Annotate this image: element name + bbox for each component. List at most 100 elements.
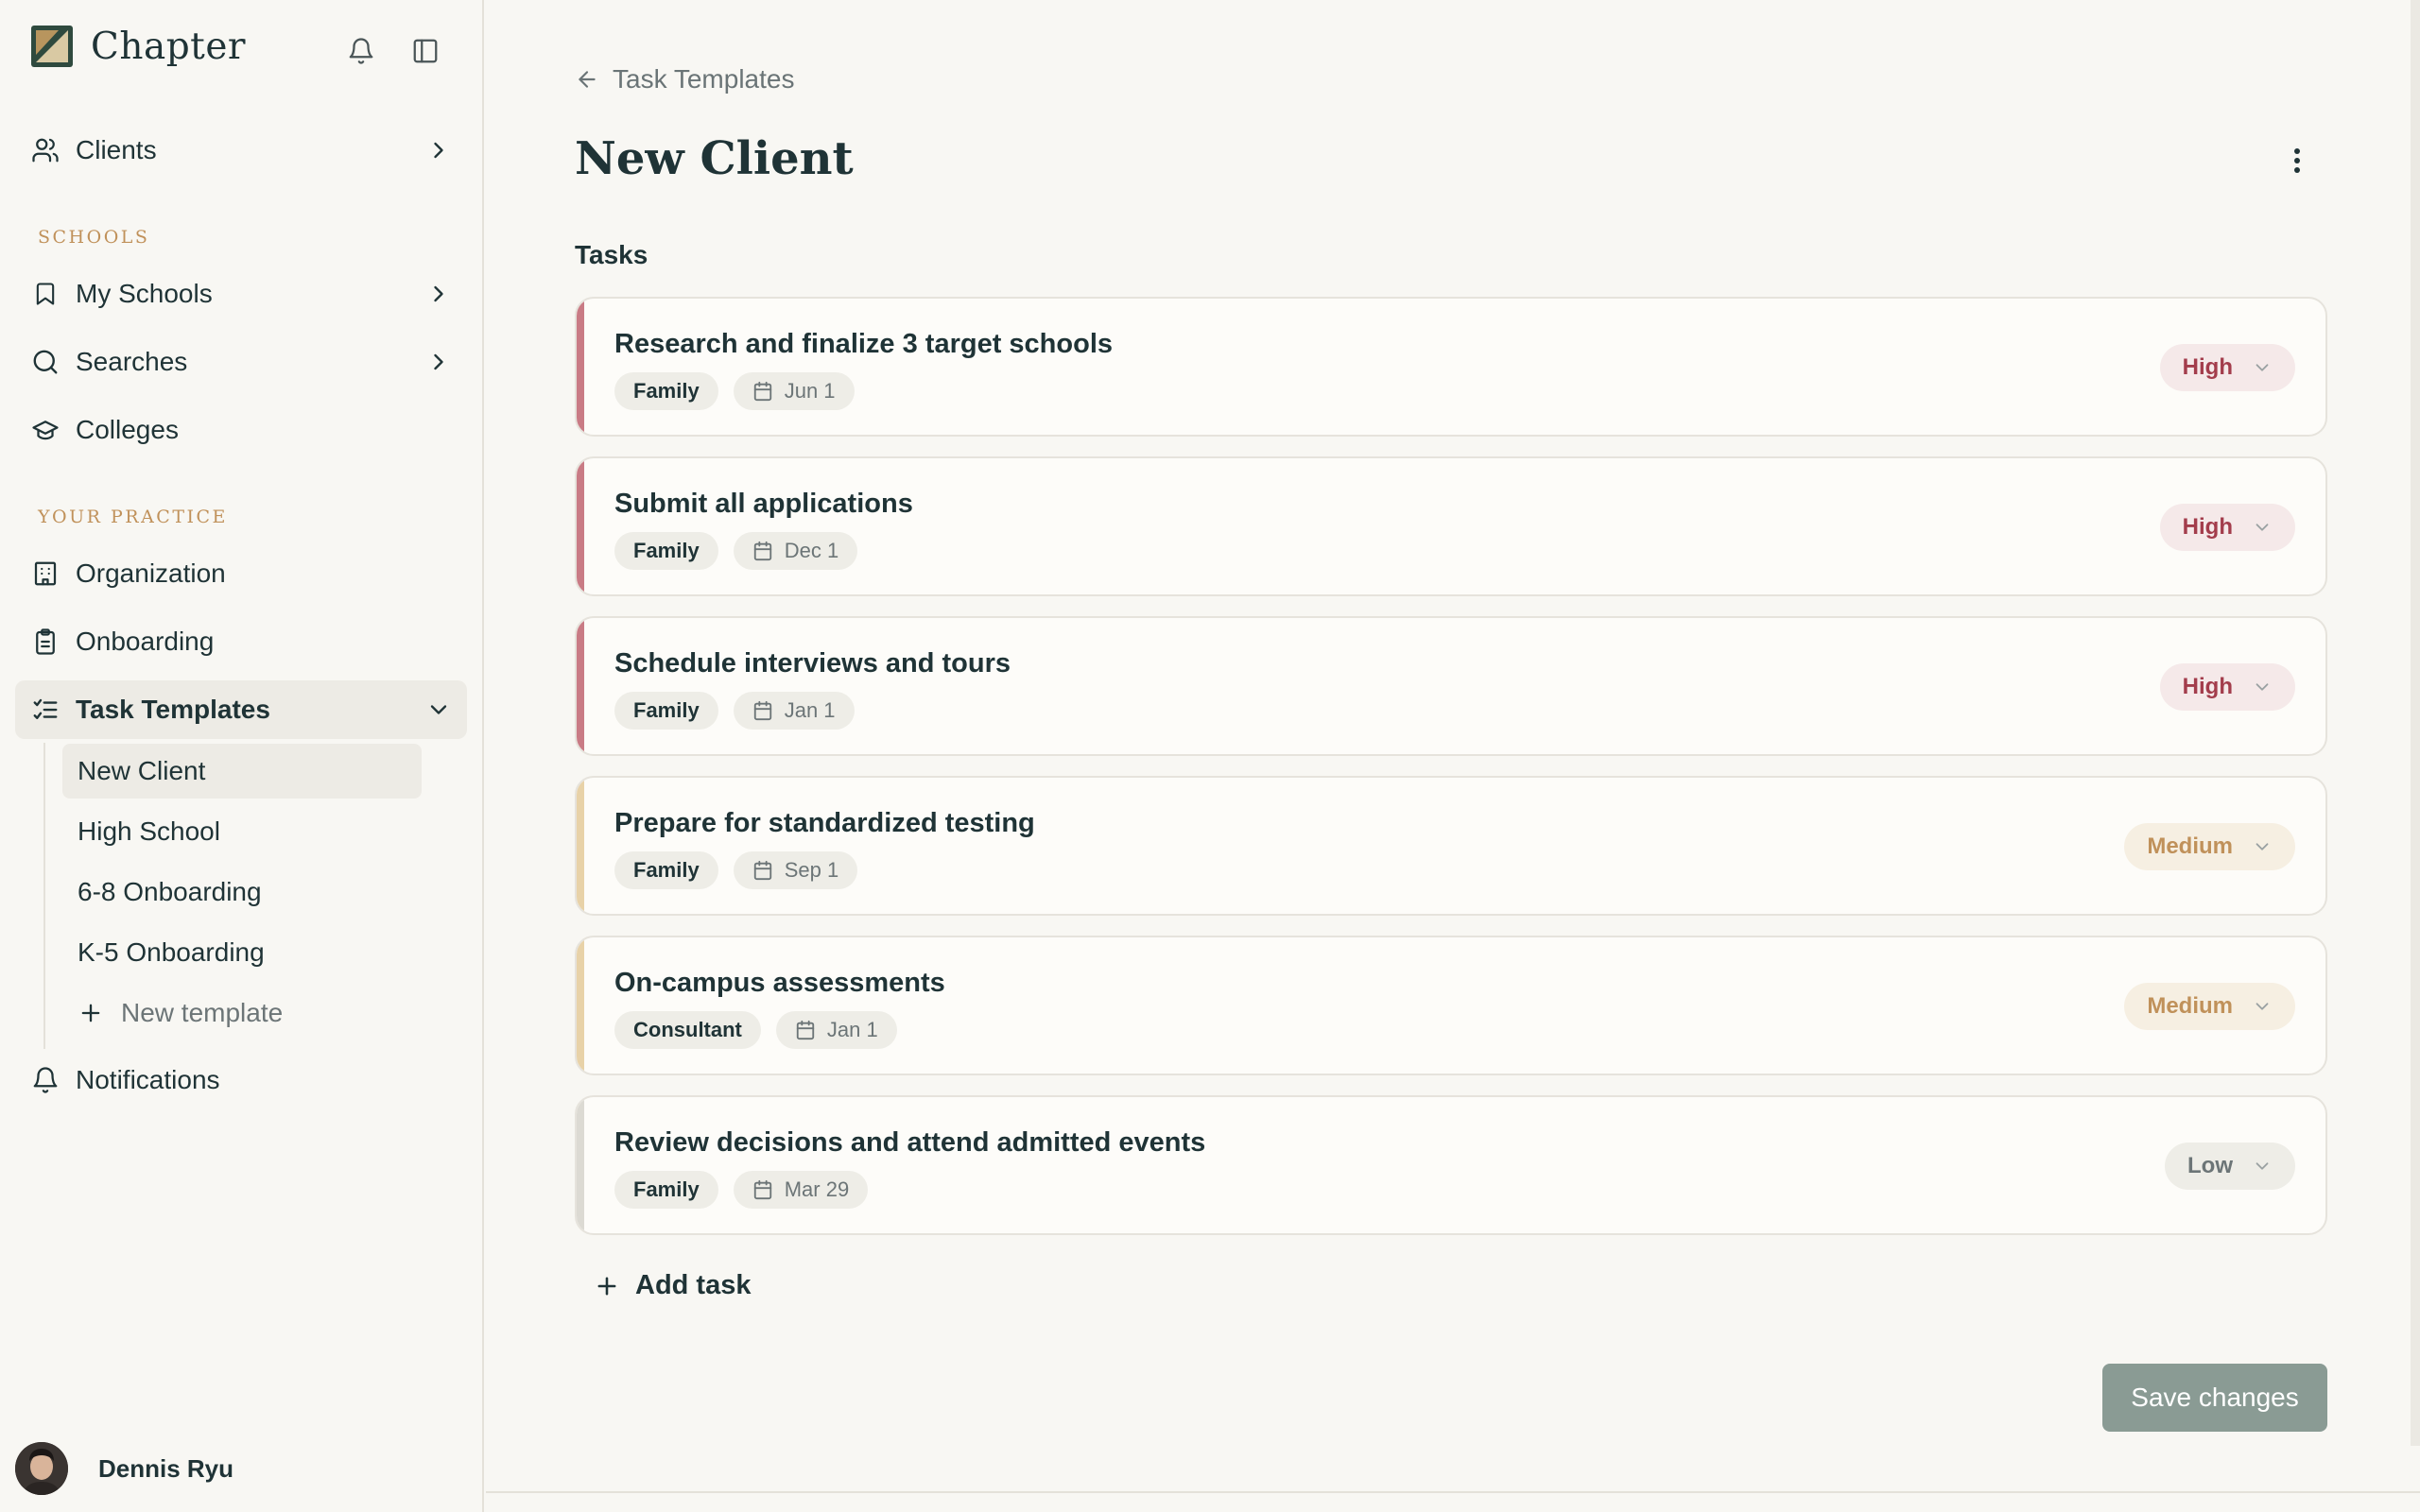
notifications-bell-button[interactable]	[344, 34, 378, 68]
priority-dropdown[interactable]: Low	[2165, 1143, 2295, 1190]
template-item-6-8-onboarding[interactable]: 6-8 Onboarding	[62, 865, 422, 919]
brand-name: Chapter	[91, 25, 247, 68]
sidebar-item-organization[interactable]: Organization	[15, 544, 467, 603]
due-date-chip[interactable]: Sep 1	[733, 851, 858, 889]
add-task-button[interactable]: Add task	[594, 1270, 751, 1301]
more-vertical-icon	[2294, 148, 2300, 173]
sidebar-item-notifications[interactable]: Notifications	[15, 1051, 467, 1109]
scrollbar[interactable]	[2411, 0, 2420, 1446]
toggle-sidebar-button[interactable]	[408, 34, 442, 68]
priority-dropdown[interactable]: High	[2159, 663, 2295, 711]
sidebar-item-label: Colleges	[76, 415, 179, 444]
due-date-label: Jun 1	[784, 379, 836, 403]
priority-label: High	[2182, 514, 2233, 540]
page-title: New Client	[575, 132, 854, 185]
bell-icon	[349, 38, 373, 64]
priority-label: Low	[2187, 1153, 2233, 1178]
task-card[interactable]: Review decisions and attend admitted eve…	[575, 1095, 2327, 1235]
sidebar-item-clients[interactable]: Clients	[15, 121, 467, 180]
task-card[interactable]: Submit all applications Family Dec 1 High	[575, 456, 2327, 596]
assignee-chip[interactable]: Family	[614, 851, 718, 889]
new-template-button[interactable]: New template	[62, 986, 422, 1040]
subnav-divider	[43, 743, 45, 1049]
bell-icon	[30, 1065, 60, 1095]
chevron-down-icon	[2256, 843, 2269, 850]
assignee-chip[interactable]: Consultant	[614, 1011, 761, 1049]
task-title[interactable]: Review decisions and attend admitted eve…	[614, 1127, 1205, 1159]
chapter-logo-icon	[31, 26, 73, 67]
due-date-chip[interactable]: Jun 1	[733, 372, 855, 410]
task-title[interactable]: Prepare for standardized testing	[614, 808, 1035, 839]
priority-dropdown[interactable]: High	[2159, 504, 2295, 551]
sidebar-item-task-templates[interactable]: Task Templates	[15, 680, 467, 739]
calendar-icon	[753, 860, 771, 881]
more-options-button[interactable]	[2280, 140, 2314, 181]
priority-accent-bar	[577, 778, 584, 914]
due-date-label: Jan 1	[784, 698, 836, 722]
user-profile[interactable]: Dennis Ryu	[15, 1442, 233, 1495]
bottom-divider	[486, 1491, 2420, 1493]
template-item-new-client[interactable]: New Client	[62, 744, 422, 799]
tasks-section-title: Tasks	[575, 240, 648, 269]
arrow-left-icon	[579, 71, 596, 88]
chevron-down-icon	[2256, 364, 2269, 371]
task-card[interactable]: Schedule interviews and tours Family Jan 1…	[575, 616, 2327, 756]
chevron-right-icon	[434, 142, 443, 159]
priority-accent-bar	[577, 1097, 584, 1233]
chevron-down-icon	[430, 705, 447, 714]
due-date-chip[interactable]: Jan 1	[775, 1011, 897, 1049]
section-label-your-practice: YOUR PRACTICE	[38, 507, 228, 527]
priority-dropdown[interactable]: Medium	[2124, 823, 2295, 870]
task-title[interactable]: Submit all applications	[614, 489, 913, 520]
user-name: Dennis Ryu	[98, 1453, 234, 1483]
save-changes-button[interactable]: Save changes	[2102, 1364, 2327, 1432]
priority-label: Medium	[2147, 833, 2233, 859]
task-card[interactable]: On-campus assessments Consultant Jan 1 Medi…	[575, 936, 2327, 1075]
brand[interactable]: Chapter	[30, 25, 246, 68]
task-title[interactable]: Schedule interviews and tours	[614, 648, 1011, 679]
task-meta: Family Mar 29	[614, 1171, 869, 1209]
chevron-down-icon	[2256, 1162, 2269, 1170]
task-title[interactable]: On-campus assessments	[614, 968, 945, 999]
sidebar-item-label: Onboarding	[76, 627, 215, 656]
calendar-icon	[753, 1179, 771, 1200]
sidebar-item-my-schools[interactable]: My Schools	[15, 265, 467, 323]
assignee-chip[interactable]: Family	[614, 692, 718, 730]
section-label-schools: SCHOOLS	[38, 227, 150, 248]
assignee-chip[interactable]: Family	[614, 372, 718, 410]
priority-accent-bar	[577, 937, 584, 1074]
assignee-chip[interactable]: Family	[614, 532, 718, 570]
chevron-right-icon	[434, 285, 443, 302]
task-card[interactable]: Research and finalize 3 target schools Fa…	[575, 297, 2327, 437]
task-meta: Family Jan 1	[614, 692, 855, 730]
plus-icon	[597, 1277, 616, 1295]
due-date-chip[interactable]: Dec 1	[733, 532, 858, 570]
sidebar-item-label: Organization	[76, 558, 226, 588]
priority-dropdown[interactable]: Medium	[2124, 983, 2295, 1030]
template-item-high-school[interactable]: High School	[62, 804, 422, 859]
sidebar-item-label: My Schools	[76, 279, 213, 308]
task-title[interactable]: Research and finalize 3 target schools	[614, 329, 1113, 360]
priority-dropdown[interactable]: High	[2159, 344, 2295, 391]
priority-label: High	[2182, 674, 2233, 699]
users-icon	[30, 135, 60, 165]
back-to-task-templates-link[interactable]: Task Templates	[575, 64, 794, 94]
assignee-chip[interactable]: Family	[614, 1171, 718, 1209]
sidebar-item-onboarding[interactable]: Onboarding	[15, 612, 467, 671]
template-item-k-5-onboarding[interactable]: K-5 Onboarding	[62, 925, 422, 980]
clipboard-icon	[30, 627, 60, 657]
task-meta: Family Sep 1	[614, 851, 858, 889]
task-card[interactable]: Prepare for standardized testing Family Se…	[575, 776, 2327, 916]
due-date-label: Jan 1	[826, 1018, 878, 1041]
due-date-label: Dec 1	[784, 539, 839, 562]
due-date-label: Sep 1	[784, 858, 839, 882]
building-icon	[30, 558, 60, 589]
bookmark-icon	[30, 279, 60, 309]
sidebar-item-colleges[interactable]: Colleges	[15, 401, 467, 459]
calendar-icon	[753, 381, 771, 402]
due-date-chip[interactable]: Mar 29	[733, 1171, 869, 1209]
calendar-icon	[753, 541, 771, 561]
sidebar-item-searches[interactable]: Searches	[15, 333, 467, 391]
due-date-chip[interactable]: Jan 1	[733, 692, 855, 730]
priority-label: High	[2182, 354, 2233, 380]
